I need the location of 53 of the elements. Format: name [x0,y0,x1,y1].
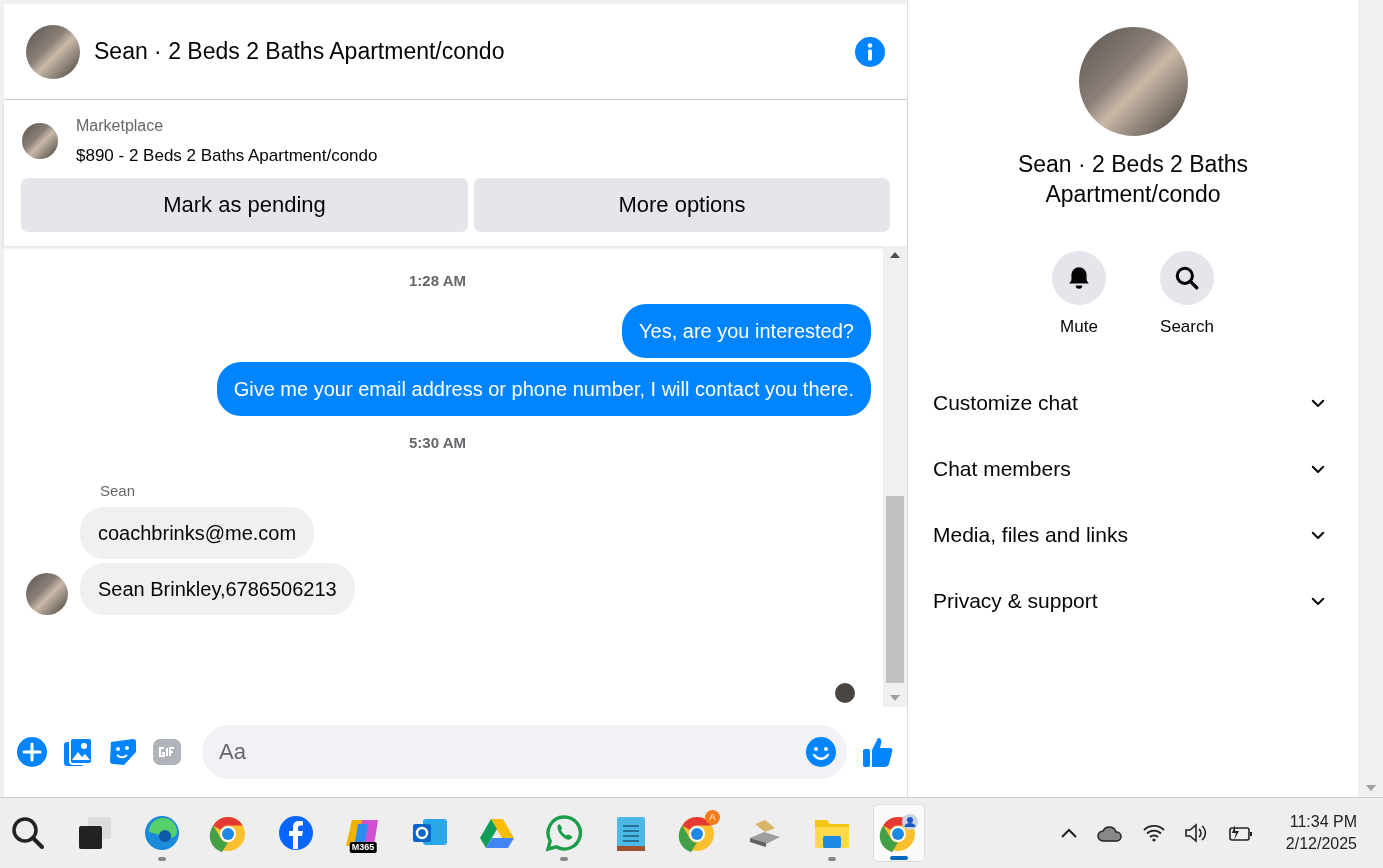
info-section[interactable]: Chat members [925,435,1341,502]
sent-message-bubble: Yes, are you interested? [622,304,871,358]
chrome-icon [879,813,919,853]
seen-avatar [835,683,855,703]
task-view-icon [77,815,113,851]
page-scrollbar[interactable] [1358,0,1383,797]
chevron-up-icon[interactable] [1059,827,1078,839]
sent-message-bubble: Give me your email address or phone number, I will contact you there. [216,362,871,416]
whatsapp-icon [545,814,583,852]
info-section[interactable]: Privacy & support [925,567,1341,634]
chat-avatar [26,24,80,79]
taskbar-app-active[interactable] [873,804,925,862]
scroll-down-icon[interactable] [1365,785,1376,791]
listing-action-button[interactable]: More options [474,177,890,232]
scrollbar[interactable] [883,245,907,707]
received-message-bubble: coachbrinks@me.com [80,506,315,559]
drive-icon [479,817,515,849]
listing-source: Marketplace [76,116,165,136]
wifi-icon[interactable] [1141,824,1166,842]
timestamp: 5:30 AM [409,433,466,453]
info-section[interactable]: Media, files and links [925,501,1341,568]
sticker-icon[interactable] [108,737,138,767]
facebook-icon [278,815,314,851]
search-icon [10,815,46,851]
message-input[interactable]: Aa [202,725,847,779]
cloud-icon[interactable] [1095,824,1124,842]
app-badge: M365 [349,842,377,853]
listing-name: $890 - 2 Beds 2 Baths Apartment/condo [76,145,378,167]
emoji-icon[interactable] [805,736,837,768]
photo-icon[interactable] [62,736,94,768]
chat-title: Sean · 2 Beds 2 Baths Apartment/condo [94,37,506,67]
battery-charging-icon[interactable] [1227,823,1254,843]
scroll-up-icon[interactable] [890,251,900,258]
clock[interactable]: 11:34 PM 2/12/2025 [1285,811,1357,855]
timestamp: 1:28 AM [409,270,466,291]
scroll-thumb[interactable] [886,495,904,683]
info-icon[interactable] [855,36,885,67]
edge-icon [143,814,181,852]
notepad-icon [615,814,647,852]
listing-thumbnail [22,123,58,160]
listing-action-button[interactable]: Mark as pending [21,177,468,232]
scroll-down-icon[interactable] [890,695,900,701]
add-icon[interactable] [16,736,48,768]
sender-avatar [26,572,68,615]
received-message-bubble: Sean Brinkley,6786506213 [80,562,355,615]
profile-badge: A [705,810,720,825]
info-title: Sean · 2 Beds 2 Baths Apartment/condo [1016,150,1250,209]
sender-name: Sean [100,481,136,499]
gif-icon[interactable] [152,738,182,766]
search-icon [1174,265,1200,291]
like-icon[interactable] [861,735,895,769]
taskbar-app[interactable]: M365 [337,804,389,862]
info-section[interactable]: Customize chat [925,369,1341,436]
